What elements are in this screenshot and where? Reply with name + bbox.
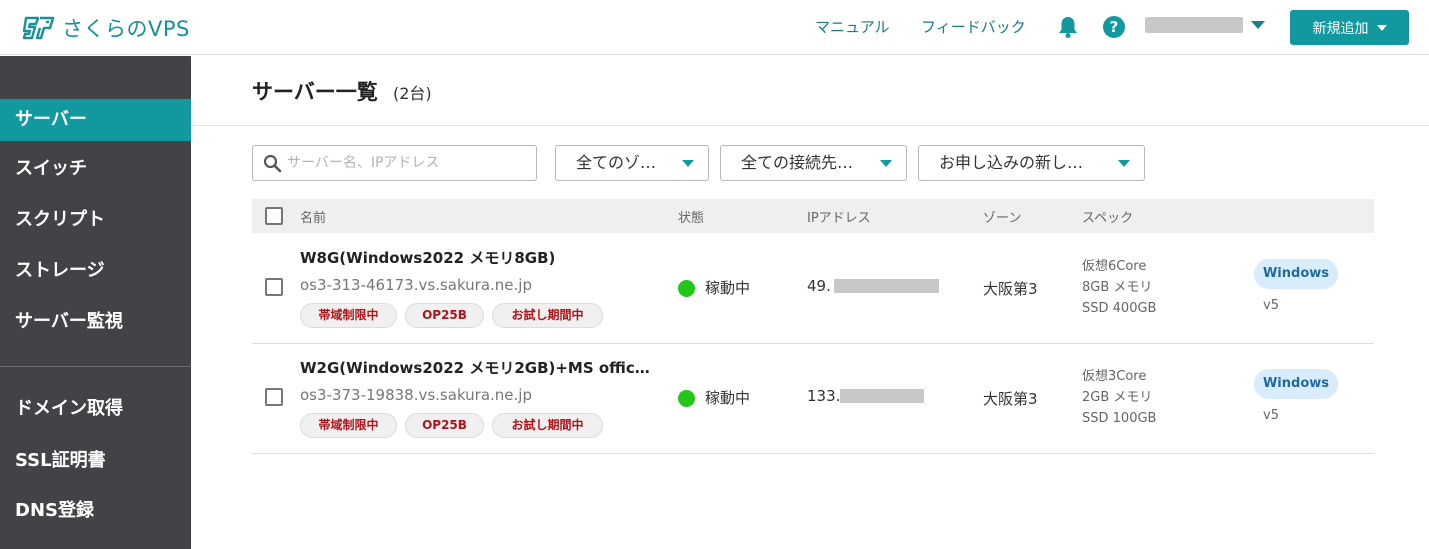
sidebar-item-domain[interactable]: ドメイン取得 bbox=[0, 388, 191, 430]
chevron-down-icon bbox=[682, 160, 694, 167]
spec-disk: SSD 400GB bbox=[1082, 301, 1157, 316]
row-divider bbox=[252, 453, 1374, 454]
status-badge: お試し期間中 bbox=[492, 303, 603, 328]
spec-memory: 8GB メモリ bbox=[1082, 280, 1153, 295]
sidebar-item-dns[interactable]: DNS登録 bbox=[0, 490, 191, 532]
os-badge[interactable]: Windows bbox=[1254, 369, 1338, 399]
add-new-button[interactable]: 新規追加 bbox=[1290, 10, 1409, 45]
sidebar-item-script[interactable]: スクリプト bbox=[0, 199, 191, 241]
connection-filter-label: 全ての接続先… bbox=[741, 153, 854, 172]
server-name[interactable]: W2G(Windows2022 メモリ2GB)+MS offic… bbox=[300, 357, 650, 378]
column-header-name[interactable]: 名前 bbox=[300, 207, 326, 226]
server-status: 稼動中 bbox=[705, 279, 751, 297]
server-status: 稼動中 bbox=[705, 389, 751, 407]
sidebar-divider bbox=[0, 366, 191, 367]
column-header-spec[interactable]: スペック bbox=[1082, 207, 1133, 226]
sort-order-label: お申し込みの新し… bbox=[939, 153, 1084, 172]
status-badge: お試し期間中 bbox=[492, 413, 603, 438]
spec-disk: SSD 100GB bbox=[1082, 411, 1157, 426]
search-input[interactable] bbox=[287, 150, 527, 176]
select-all-checkbox[interactable] bbox=[265, 207, 283, 225]
server-spec: 仮想3Core 2GB メモリ SSD 100GB bbox=[1082, 366, 1156, 429]
sidebar-item-monitoring[interactable]: サーバー監視 bbox=[0, 301, 191, 343]
user-name-masked[interactable] bbox=[1145, 17, 1243, 33]
server-zone: 大阪第3 bbox=[983, 390, 1038, 408]
server-count: (2台) bbox=[393, 84, 432, 103]
manual-link[interactable]: マニュアル bbox=[815, 16, 890, 37]
chevron-down-icon bbox=[1376, 24, 1387, 31]
server-spec: 仮想6Core 8GB メモリ SSD 400GB bbox=[1082, 256, 1156, 319]
row-divider bbox=[252, 343, 1374, 344]
divider bbox=[191, 125, 1429, 126]
os-badge[interactable]: Windows bbox=[1254, 259, 1338, 289]
row-checkbox[interactable] bbox=[265, 278, 283, 296]
zone-filter-label: 全てのゾ… bbox=[576, 153, 657, 172]
zone-filter-dropdown[interactable]: 全てのゾ… bbox=[555, 145, 709, 181]
plan-version: v5 bbox=[1263, 298, 1279, 313]
column-header-zone[interactable]: ゾーン bbox=[983, 207, 1021, 226]
connection-filter-dropdown[interactable]: 全ての接続先… bbox=[720, 145, 907, 181]
column-header-ip[interactable]: IPアドレス bbox=[807, 207, 871, 226]
status-badge: OP25B bbox=[405, 303, 484, 328]
sidebar-item-ssl[interactable]: SSL証明書 bbox=[0, 440, 191, 482]
server-zone: 大阪第3 bbox=[983, 280, 1038, 298]
running-status-icon bbox=[678, 280, 695, 297]
sidebar-item-switch[interactable]: スイッチ bbox=[0, 148, 191, 190]
feedback-link[interactable]: フィードバック bbox=[921, 16, 1026, 37]
spec-cpu: 仮想6Core bbox=[1082, 259, 1147, 274]
sidebar-item-storage[interactable]: ストレージ bbox=[0, 250, 191, 292]
ip-masked bbox=[840, 389, 924, 403]
logo-text: さくらのVPS bbox=[62, 17, 190, 41]
table-header: 名前 状態 IPアドレス ゾーン スペック bbox=[252, 199, 1374, 233]
row-checkbox[interactable] bbox=[265, 388, 283, 406]
add-new-label: 新規追加 bbox=[1312, 20, 1369, 37]
sidebar-item-servers[interactable]: サーバー bbox=[0, 99, 191, 141]
help-icon[interactable]: ? bbox=[1103, 16, 1125, 38]
sakura-logo-icon bbox=[22, 16, 55, 40]
status-badge: 帯域制限中 bbox=[300, 413, 397, 438]
page-title: サーバー一覧 bbox=[252, 80, 378, 104]
bell-icon[interactable] bbox=[1057, 15, 1079, 39]
status-badge: 帯域制限中 bbox=[300, 303, 397, 328]
chevron-down-icon bbox=[880, 160, 892, 167]
server-hostname: os3-313-46173.vs.sakura.ne.jp bbox=[300, 276, 532, 294]
top-header: さくらのVPS マニュアル フィードバック ? 新規追加 bbox=[0, 0, 1429, 55]
column-header-status[interactable]: 状態 bbox=[678, 207, 704, 226]
server-hostname: os3-373-19838.vs.sakura.ne.jp bbox=[300, 386, 532, 404]
server-name[interactable]: W8G(Windows2022 メモリ8GB) bbox=[300, 247, 555, 268]
spec-cpu: 仮想3Core bbox=[1082, 369, 1147, 384]
spec-memory: 2GB メモリ bbox=[1082, 390, 1153, 405]
logo[interactable]: さくらのVPS bbox=[22, 13, 190, 43]
ip-address: 49. bbox=[807, 277, 831, 295]
search-box[interactable] bbox=[252, 145, 537, 181]
sort-order-dropdown[interactable]: お申し込みの新し… bbox=[918, 145, 1145, 181]
search-icon bbox=[263, 154, 282, 173]
running-status-icon bbox=[678, 390, 695, 407]
chevron-down-icon bbox=[1118, 160, 1130, 167]
ip-masked bbox=[834, 279, 939, 293]
sidebar: サーバー スイッチ スクリプト ストレージ サーバー監視 ドメイン取得 SSL証… bbox=[0, 56, 191, 549]
ip-address: 133. bbox=[807, 387, 841, 405]
user-menu-chevron-down-icon[interactable] bbox=[1251, 21, 1265, 29]
plan-version: v5 bbox=[1263, 408, 1279, 423]
status-badge: OP25B bbox=[405, 413, 484, 438]
